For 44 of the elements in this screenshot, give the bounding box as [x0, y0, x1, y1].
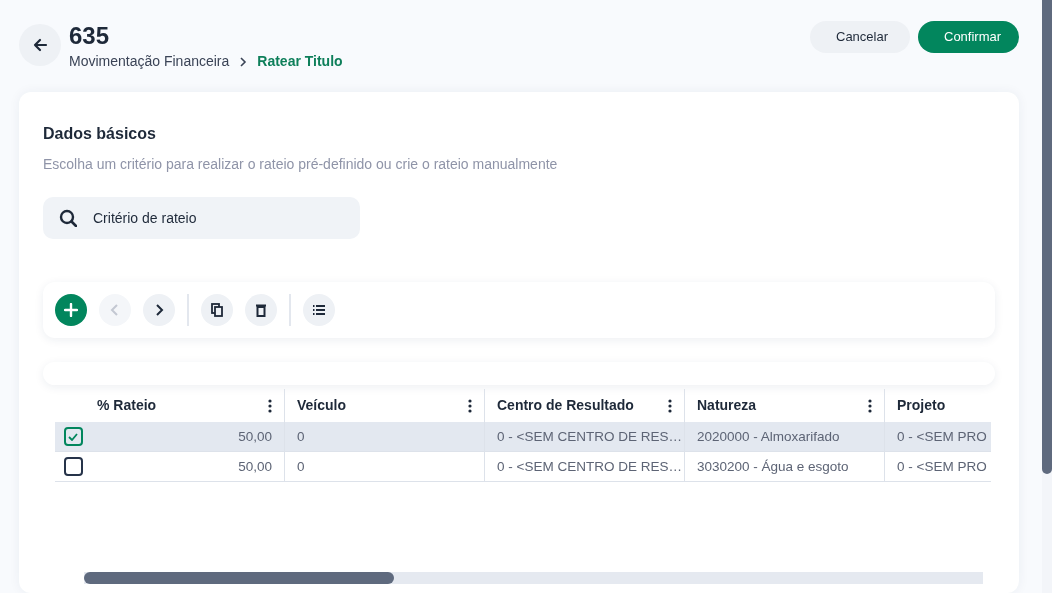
table-cell-text: 50,00	[238, 427, 272, 446]
back-button[interactable]	[19, 24, 61, 66]
next-button[interactable]	[143, 294, 175, 327]
scrollbar-thumb[interactable]	[1042, 0, 1052, 474]
kebab-menu-icon[interactable]	[268, 398, 272, 413]
scrollbar-thumb[interactable]	[84, 572, 394, 585]
table-cell-text: 0	[297, 457, 305, 476]
copy-button[interactable]	[201, 294, 233, 327]
table-cell-text: 50,00	[238, 457, 272, 476]
kebab-menu-icon[interactable]	[868, 398, 872, 413]
list-icon	[312, 303, 326, 318]
delete-button[interactable]	[245, 294, 277, 327]
breadcrumb-current: Ratear Titulo	[257, 52, 343, 71]
add-icon	[64, 303, 78, 318]
column-header: Projeto	[897, 396, 946, 416]
search-field[interactable]: Critério de rateio	[43, 197, 360, 240]
table-cell-text: 0 - <SEM CENTRO DE RES…	[497, 427, 682, 446]
add-button[interactable]	[55, 294, 87, 327]
breadcrumb-link[interactable]: Movimentação Financeira	[69, 51, 230, 72]
table-cell-text: 0 - <SEM PRO	[897, 457, 987, 476]
row-checkbox[interactable]	[63, 457, 83, 477]
section-title: Dados básicos	[43, 124, 157, 144]
page-title: 635	[69, 21, 111, 51]
table-cell-text: 0	[297, 427, 305, 446]
column-header: Centro de Resultado	[497, 396, 634, 416]
column-header: Natureza	[697, 396, 757, 416]
column-header: % Rateio	[97, 396, 157, 416]
table-cell-text: 0 - <SEM CENTRO DE RES…	[497, 457, 682, 476]
copy-icon	[210, 303, 224, 318]
confirm-button[interactable]: Confirmar	[918, 21, 1019, 53]
check-icon	[68, 432, 78, 441]
column-header: Veículo	[297, 396, 347, 416]
columns-button[interactable]	[303, 294, 335, 327]
kebab-menu-icon[interactable]	[468, 398, 472, 413]
back-arrow-icon	[32, 37, 48, 53]
row-checkbox[interactable]	[63, 427, 83, 447]
table-cell-text: 2020000 - Almoxarifado	[697, 427, 840, 446]
section-subtitle: Escolha um critério para realizar o rateio pré-definido ou crie o rateio manualmente	[43, 155, 559, 175]
trash-icon	[254, 303, 268, 318]
table-row[interactable]: 50,00 0 0 - <SEM CENTRO DE RES… 2020000 - Almoxarifado 0 - <SEM PRO	[55, 422, 991, 453]
table-cell-text: 3030200 - Água e esgoto	[697, 457, 849, 476]
cancel-button[interactable]: Cancelar	[810, 21, 910, 53]
table-cell-text: 0 - <SEM PRO	[897, 427, 987, 446]
kebab-menu-icon[interactable]	[668, 398, 672, 413]
